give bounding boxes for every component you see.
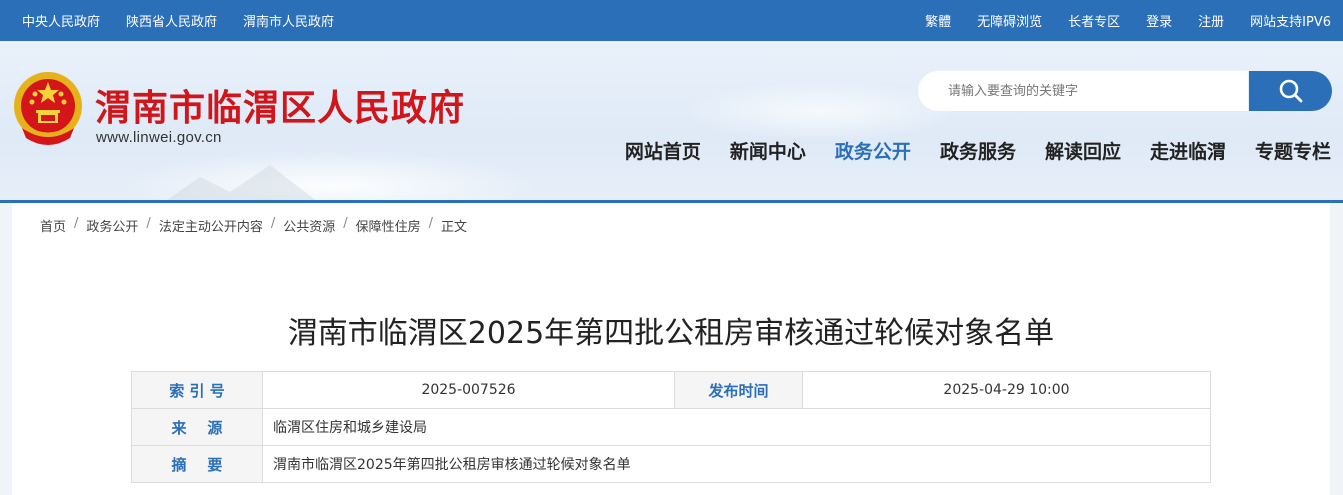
nav-special-topics[interactable]: 专题专栏 <box>1255 137 1331 164</box>
breadcrumb: 首页 / 政务公开 / 法定主动公开内容 / 公共资源 / 保障性住房 / 正文 <box>40 216 467 235</box>
top-bar-left-links: 中央人民政府 陕西省人民政府 渭南市人民政府 <box>22 0 334 41</box>
breadcrumb-public-resources[interactable]: 公共资源 <box>283 216 335 235</box>
link-accessibility[interactable]: 无障碍浏览 <box>977 11 1042 30</box>
article-meta-table: 索 引 号 2025-007526 发布时间 2025-04-29 10:00 … <box>131 371 1211 483</box>
breadcrumb-government-affairs[interactable]: 政务公开 <box>86 216 138 235</box>
link-traditional-chinese[interactable]: 繁體 <box>925 11 951 30</box>
meta-summary-value: 渭南市临渭区2025年第四批公租房审核通过轮候对象名单 <box>262 445 1211 483</box>
link-ipv6[interactable]: 网站支持IPV6 <box>1250 11 1331 30</box>
nav-news-center[interactable]: 新闻中心 <box>730 137 806 164</box>
meta-date-label: 发布时间 <box>674 371 803 409</box>
breadcrumb-separator: / <box>428 216 434 231</box>
meta-date-value: 2025-04-29 10:00 <box>802 371 1211 409</box>
meta-source-value: 临渭区住房和城乡建设局 <box>262 408 1211 446</box>
top-bar-right-links: 繁體 无障碍浏览 长者专区 登录 注册 网站支持IPV6 <box>925 0 1331 41</box>
link-login[interactable]: 登录 <box>1146 11 1172 30</box>
breadcrumb-affordable-housing[interactable]: 保障性住房 <box>356 216 421 235</box>
link-shaanxi-government[interactable]: 陕西省人民政府 <box>126 11 217 30</box>
meta-index-value: 2025-007526 <box>262 371 675 409</box>
breadcrumb-separator: / <box>146 216 151 231</box>
site-url: www.linwei.gov.cn <box>96 129 222 146</box>
search-input[interactable] <box>918 71 1248 111</box>
breadcrumb-current: 正文 <box>441 220 468 235</box>
search-box <box>918 71 1332 111</box>
nav-about-linwei[interactable]: 走进临渭 <box>1150 137 1226 164</box>
nav-home[interactable]: 网站首页 <box>625 137 701 164</box>
breadcrumb-separator: / <box>74 216 79 231</box>
site-name[interactable]: 渭南市临渭区人民政府 <box>95 79 465 131</box>
breadcrumb-statutory-disclosure[interactable]: 法定主动公开内容 <box>159 216 263 235</box>
content-panel: 首页 / 政务公开 / 法定主动公开内容 / 公共资源 / 保障性住房 / 正文… <box>12 203 1330 495</box>
nav-government-services[interactable]: 政务服务 <box>940 137 1016 164</box>
nav-interpretation[interactable]: 解读回应 <box>1045 137 1121 164</box>
search-icon <box>1279 79 1302 103</box>
meta-summary-label: 摘 要 <box>131 445 263 483</box>
article-title: 渭南市临渭区2025年第四批公租房审核通过轮候对象名单 <box>287 316 1055 351</box>
meta-row: 摘 要 渭南市临渭区2025年第四批公租房审核通过轮候对象名单 <box>131 445 1211 483</box>
link-central-government[interactable]: 中央人民政府 <box>22 11 100 30</box>
meta-row: 来 源 临渭区住房和城乡建设局 <box>131 408 1211 446</box>
breadcrumb-separator: / <box>343 216 348 231</box>
breadcrumb-home[interactable]: 首页 <box>40 216 66 235</box>
meta-source-label: 来 源 <box>131 408 263 446</box>
link-elderly-zone[interactable]: 长者专区 <box>1068 11 1120 30</box>
breadcrumb-separator: / <box>270 216 276 231</box>
main-nav: 网站首页 新闻中心 政务公开 政务服务 解读回应 走进临渭 专题专栏 <box>625 137 1331 164</box>
site-header: 渭南市临渭区人民政府 www.linwei.gov.cn 网站首页 新闻中心 政… <box>0 41 1343 200</box>
nav-government-affairs[interactable]: 政务公开 <box>835 137 911 164</box>
search-button[interactable] <box>1249 71 1332 111</box>
top-bar: 中央人民政府 陕西省人民政府 渭南市人民政府 繁體 无障碍浏览 长者专区 登录 … <box>0 0 1343 41</box>
meta-row: 索 引 号 2025-007526 发布时间 2025-04-29 10:00 <box>131 371 1211 409</box>
link-weinan-government[interactable]: 渭南市人民政府 <box>243 11 334 30</box>
meta-index-label: 索 引 号 <box>131 371 263 409</box>
national-emblem-icon[interactable] <box>10 68 86 152</box>
link-register[interactable]: 注册 <box>1198 11 1224 30</box>
